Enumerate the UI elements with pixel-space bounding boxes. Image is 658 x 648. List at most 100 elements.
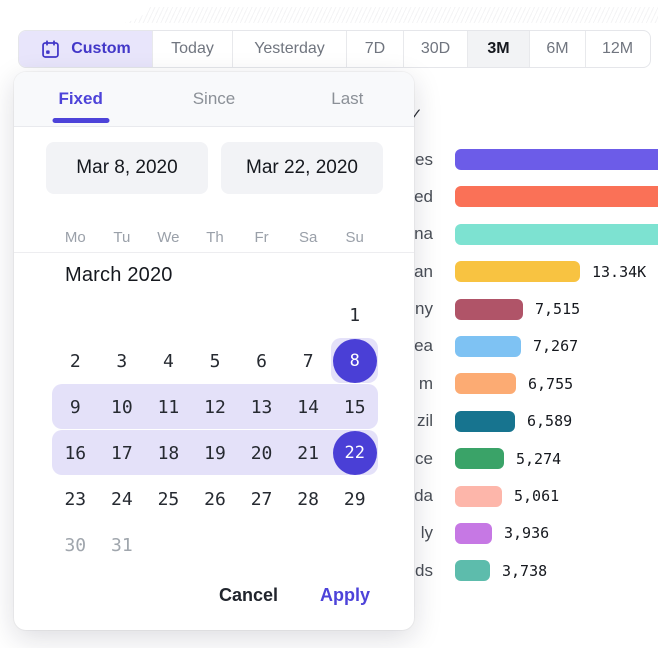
chart-row: zil 6,589 xyxy=(380,411,658,432)
calendar-day[interactable]: 21 xyxy=(285,430,332,476)
bar xyxy=(455,336,521,357)
calendar-day[interactable]: 23 xyxy=(52,476,99,522)
active-tab-underline xyxy=(52,118,109,123)
period-6m-button[interactable]: 6M xyxy=(529,31,585,67)
weekday-label: Fr xyxy=(254,229,268,246)
chart-row: ce 5,274 xyxy=(380,448,658,469)
countries-bar-chart: es ed na an 13.34K ny 7,515 ea 7,267 m 6… xyxy=(380,149,658,598)
calendar-day[interactable]: 26 xyxy=(192,476,239,522)
bar xyxy=(455,523,492,544)
calendar-day[interactable]: 3 xyxy=(99,338,146,384)
calendar-day-range-start[interactable]: 8 xyxy=(331,338,378,384)
chart-row: da 5,061 xyxy=(380,486,658,507)
picker-footer: Cancel Apply xyxy=(219,585,370,606)
calendar-day xyxy=(285,292,332,338)
tab-last[interactable]: Last xyxy=(281,72,414,126)
end-date-input[interactable]: Mar 22, 2020 xyxy=(221,142,383,194)
selected-day-circle[interactable]: 22 xyxy=(333,431,377,475)
calendar-day[interactable]: 7 xyxy=(285,338,332,384)
calendar-day[interactable]: 24 xyxy=(99,476,146,522)
calendar-day[interactable]: 29 xyxy=(331,476,378,522)
background-card-corner xyxy=(0,0,152,25)
chart-row: es xyxy=(380,149,658,170)
date-inputs-row: Mar 8, 2020 Mar 22, 2020 xyxy=(46,142,383,194)
calendar-day[interactable]: 27 xyxy=(238,476,285,522)
weekday-label: Tu xyxy=(113,229,130,246)
chart-row: ed xyxy=(380,186,658,207)
calendar-icon xyxy=(40,39,61,60)
tab-since[interactable]: Since xyxy=(147,72,280,126)
calendar-day[interactable]: 17 xyxy=(99,430,146,476)
calendar-day[interactable]: 14 xyxy=(285,384,332,430)
calendar-day[interactable]: 15 xyxy=(331,384,378,430)
calendar-day[interactable]: 9 xyxy=(52,384,99,430)
calendar-day[interactable]: 6 xyxy=(238,338,285,384)
bar xyxy=(455,448,504,469)
calendar-day xyxy=(192,292,239,338)
calendar-day xyxy=(192,522,239,568)
bar-value: 7,515 xyxy=(535,300,580,318)
selected-day-circle[interactable]: 8 xyxy=(333,339,377,383)
weekday-label: Sa xyxy=(299,229,317,246)
weekday-label: Th xyxy=(206,229,224,246)
chart-row: an 13.34K xyxy=(380,261,658,282)
period-yesterday-button[interactable]: Yesterday xyxy=(232,31,346,67)
bar xyxy=(455,186,658,207)
start-date-input[interactable]: Mar 8, 2020 xyxy=(46,142,208,194)
calendar-day-muted[interactable]: 31 xyxy=(99,522,146,568)
picker-tabs: Fixed Since Last xyxy=(14,72,414,127)
period-30d-button[interactable]: 30D xyxy=(403,31,467,67)
weekday-header: Mo Tu We Th Fr Sa Su xyxy=(14,222,414,253)
calendar-day-muted[interactable]: 30 xyxy=(52,522,99,568)
bar xyxy=(455,411,515,432)
weekday-label: Mo xyxy=(65,229,86,246)
period-7d-button[interactable]: 7D xyxy=(346,31,403,67)
calendar-day[interactable]: 1 xyxy=(331,292,378,338)
bar-value: 5,061 xyxy=(514,487,559,505)
date-range-picker-panel: Fixed Since Last Mar 8, 2020 Mar 22, 202… xyxy=(14,72,414,630)
bar xyxy=(455,373,516,394)
tab-since-label: Since xyxy=(193,89,236,109)
calendar-day-range-end[interactable]: 22 xyxy=(331,430,378,476)
calendar-day[interactable]: 10 xyxy=(99,384,146,430)
calendar-day[interactable]: 18 xyxy=(145,430,192,476)
calendar-day[interactable]: 25 xyxy=(145,476,192,522)
chart-row: ds 3,738 xyxy=(380,560,658,581)
apply-button[interactable]: Apply xyxy=(320,585,370,606)
bar-value: 7,267 xyxy=(533,337,578,355)
bar-value: 5,274 xyxy=(516,450,561,468)
period-toolbar: Custom Today Yesterday 7D 30D 3M 6M 12M xyxy=(18,30,651,68)
calendar-day xyxy=(331,522,378,568)
bar-value: 3,738 xyxy=(502,562,547,580)
weekday-label: Su xyxy=(346,229,364,246)
custom-period-button[interactable]: Custom xyxy=(19,31,152,67)
calendar-day[interactable]: 13 xyxy=(238,384,285,430)
cancel-button[interactable]: Cancel xyxy=(219,585,278,606)
calendar-day[interactable]: 19 xyxy=(192,430,239,476)
chart-row: ly 3,936 xyxy=(380,523,658,544)
bar-value: 6,755 xyxy=(528,375,573,393)
period-3m-button-selected[interactable]: 3M xyxy=(467,31,529,67)
calendar-grid: 1 2 3 4 5 6 7 8 9 10 11 12 13 14 15 16 1… xyxy=(52,292,378,569)
bar xyxy=(455,560,490,581)
calendar-day[interactable]: 28 xyxy=(285,476,332,522)
calendar-day[interactable]: 16 xyxy=(52,430,99,476)
bar-value: 13.34K xyxy=(592,263,646,281)
calendar-day[interactable]: 5 xyxy=(192,338,239,384)
tab-fixed-label: Fixed xyxy=(58,89,102,109)
calendar-day[interactable]: 12 xyxy=(192,384,239,430)
calendar-day[interactable]: 11 xyxy=(145,384,192,430)
calendar-day xyxy=(145,292,192,338)
period-today-button[interactable]: Today xyxy=(152,31,232,67)
custom-period-label: Custom xyxy=(71,40,131,58)
calendar-day[interactable]: 20 xyxy=(238,430,285,476)
bar-value: 6,589 xyxy=(527,412,572,430)
calendar-day xyxy=(238,292,285,338)
tab-last-label: Last xyxy=(331,89,363,109)
calendar-day[interactable]: 2 xyxy=(52,338,99,384)
tab-fixed[interactable]: Fixed xyxy=(14,72,147,126)
calendar-day xyxy=(238,522,285,568)
bar xyxy=(455,261,580,282)
calendar-day[interactable]: 4 xyxy=(145,338,192,384)
period-12m-button[interactable]: 12M xyxy=(585,31,649,67)
